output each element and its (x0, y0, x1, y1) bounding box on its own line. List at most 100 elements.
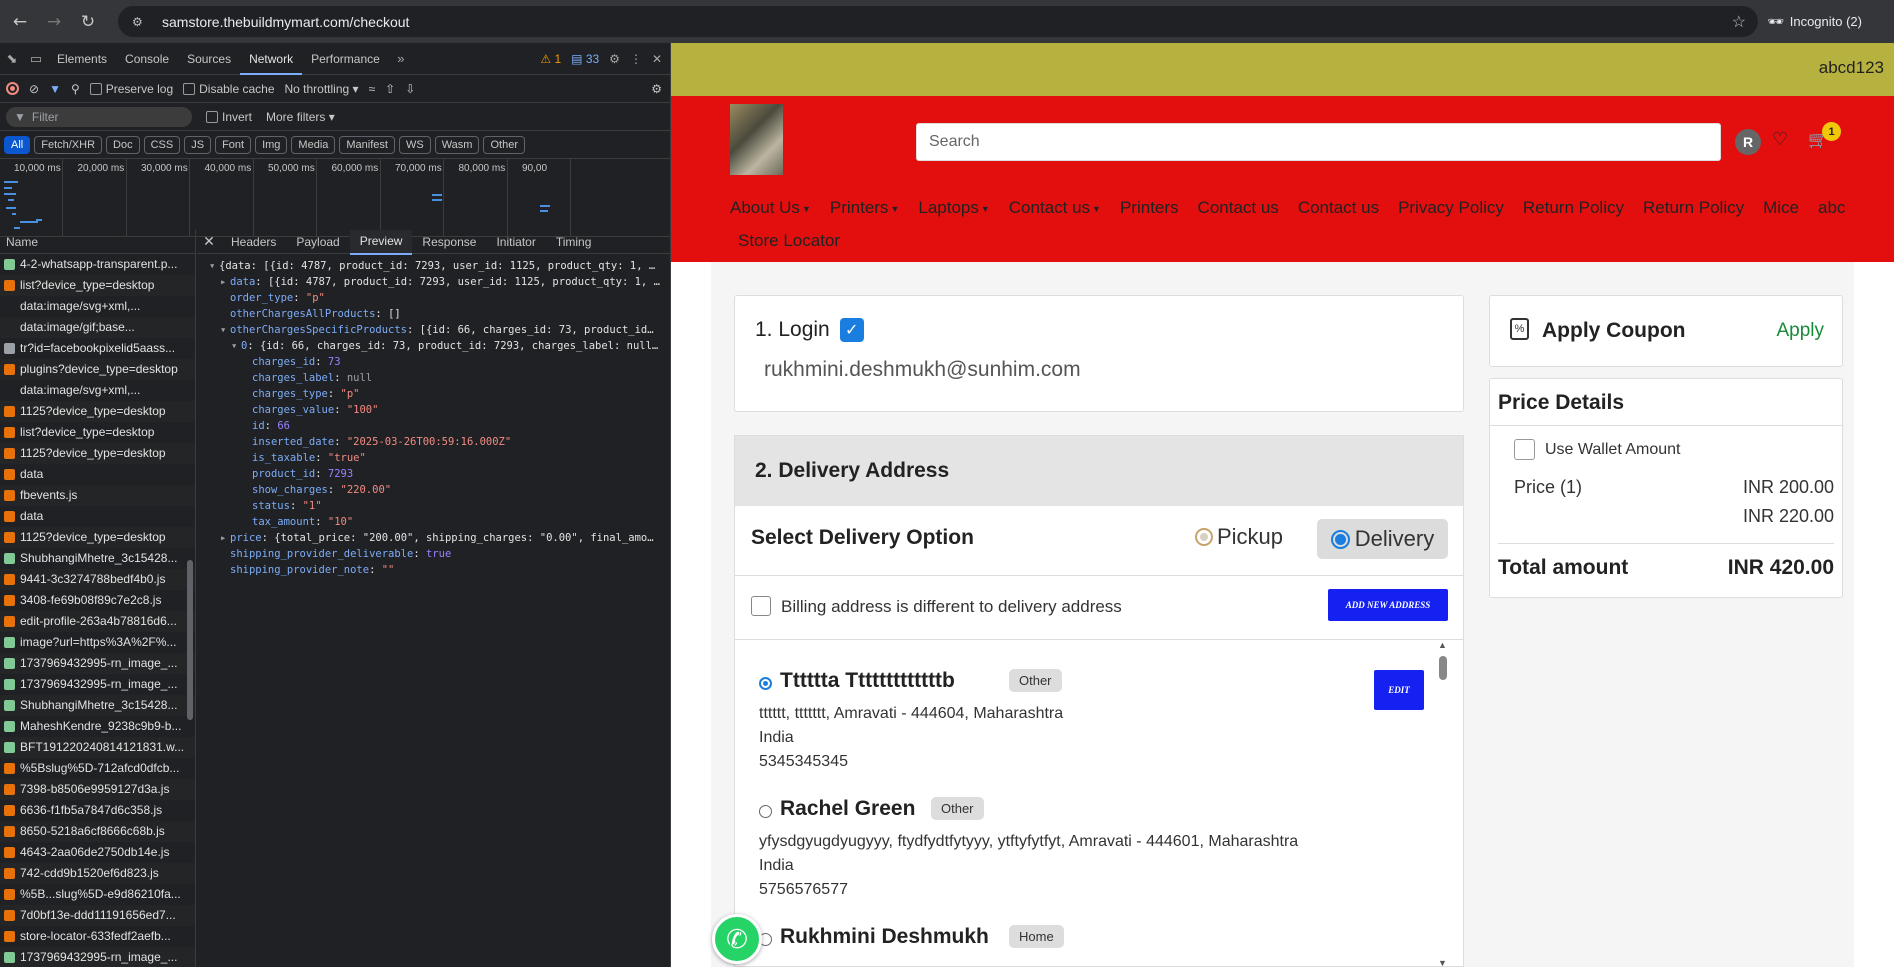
menu-item-store-locator[interactable]: Store Locator (738, 230, 840, 252)
tab-preview[interactable]: Preview (349, 230, 413, 255)
menu-item-printers[interactable]: Printers (1120, 197, 1179, 220)
wishlist-heart-icon[interactable]: ♡ (1772, 129, 1788, 150)
request-row[interactable]: 1737969432995-rn_image_... (0, 674, 195, 695)
request-row[interactable]: list?device_type=desktop (0, 275, 195, 296)
request-row[interactable]: 4643-2aa06de2750db14e.js (0, 842, 195, 863)
type-filter-chip[interactable]: Font (215, 135, 252, 154)
expand-triangle-closed-icon[interactable]: ▸ (220, 274, 230, 290)
edit-address-button[interactable]: EDIT (1374, 670, 1424, 710)
scroll-up-icon[interactable]: ▲ (1438, 640, 1447, 650)
pickup-radio[interactable] (1195, 528, 1213, 546)
tab-headers[interactable]: Headers (221, 230, 286, 254)
request-row[interactable]: 3408-fe69b08f89c7e2c8.js (0, 590, 195, 611)
request-row[interactable]: BFT191220240814121831.w... (0, 737, 195, 758)
menu-item-return-policy[interactable]: Return Policy (1523, 197, 1624, 220)
reload-icon[interactable]: ↻ (74, 8, 102, 36)
incognito-indicator[interactable]: 🕶 Incognito (2) (1757, 9, 1872, 34)
expand-triangle-open-icon[interactable]: ▾ (209, 258, 219, 274)
tab-sources[interactable]: Sources (178, 43, 240, 75)
type-filter-chip[interactable]: Wasm (434, 135, 480, 154)
address-radio[interactable] (759, 805, 772, 818)
menu-item-contact-us[interactable]: Contact us ▼ (1009, 197, 1101, 220)
menu-item-abc[interactable]: abc (1818, 197, 1845, 220)
request-row[interactable]: data (0, 506, 195, 527)
tab-timing[interactable]: Timing (546, 230, 602, 254)
request-row[interactable]: data:image/gif;base... (0, 317, 195, 338)
search-icon[interactable]: ⚲ (71, 82, 80, 96)
tab-network[interactable]: Network (240, 43, 303, 75)
site-info-icon[interactable]: ⚙ (132, 15, 152, 29)
clear-icon[interactable]: ⊘ (29, 82, 39, 96)
request-row[interactable]: image?url=https%3A%2F%... (0, 632, 195, 653)
kebab-menu-icon[interactable]: ⋮ (630, 52, 642, 66)
expand-triangle-closed-icon[interactable]: ▸ (220, 530, 230, 546)
message-count[interactable]: ▤ 33 (571, 52, 599, 66)
request-row[interactable]: store-locator-633fedf2aefb... (0, 926, 195, 947)
name-column-header[interactable]: Name (0, 230, 195, 254)
close-details-icon[interactable]: ✕ (197, 233, 221, 250)
json-line[interactable]: ▸ data: [{id: 4787, product_id: 7293, use… (197, 274, 670, 290)
more-tabs-icon[interactable]: » (389, 51, 413, 66)
export-har-icon[interactable]: ⇩ (405, 82, 415, 96)
json-line[interactable]: ▾ otherChargesSpecificProducts: [{id: 66,… (197, 322, 670, 338)
request-row[interactable]: 9441-3c3274788bedf4b0.js (0, 569, 195, 590)
request-list-scrollbar[interactable] (187, 560, 193, 720)
type-filter-chip[interactable]: All (4, 135, 31, 154)
use-wallet-row[interactable]: Use Wallet Amount (1514, 439, 1680, 460)
more-filters-button[interactable]: More filters ▾ (266, 110, 335, 124)
type-filter-chip[interactable]: WS (398, 135, 431, 154)
tab-elements[interactable]: Elements (48, 43, 116, 75)
billing-different-checkbox[interactable] (751, 596, 771, 616)
menu-item-return-policy[interactable]: Return Policy (1643, 197, 1744, 220)
type-filter-chip[interactable]: Other (483, 135, 525, 154)
json-line[interactable]: ▸ price: {total_price: "200.00", shipping… (197, 530, 670, 546)
close-devtools-icon[interactable]: ✕ (652, 52, 662, 66)
address-bar[interactable]: ⚙ samstore.thebuildmymart.com/checkout ☆ (118, 6, 1758, 37)
json-line[interactable]: ▾ {data: [{id: 4787, product_id: 7293, us… (197, 258, 670, 274)
request-row[interactable]: 1737969432995-rn_image_... (0, 947, 195, 967)
network-settings-icon[interactable]: ⚙ (651, 82, 662, 96)
request-row[interactable]: data:image/svg+xml,... (0, 296, 195, 317)
back-icon[interactable]: ← (6, 8, 34, 36)
expand-triangle-open-icon[interactable]: ▾ (220, 322, 230, 338)
request-row[interactable]: 1125?device_type=desktop (0, 401, 195, 422)
menu-item-contact-us[interactable]: Contact us (1198, 197, 1279, 220)
type-filter-chip[interactable]: Media (291, 135, 336, 154)
record-icon[interactable] (6, 82, 19, 95)
menu-item-mice[interactable]: Mice (1763, 197, 1799, 220)
bookmark-star-icon[interactable]: ☆ (1732, 12, 1746, 32)
request-row[interactable]: %5B...slug%5D-e9d86210fa... (0, 884, 195, 905)
add-new-address-button[interactable]: ADD NEW ADDRESS (1328, 589, 1448, 621)
scroll-down-icon[interactable]: ▼ (1438, 958, 1447, 967)
throttling-select[interactable]: No throttling ▾ (285, 82, 359, 96)
filter-input[interactable]: ▼ Filter (6, 106, 192, 127)
delivery-option[interactable]: Delivery (1317, 519, 1448, 559)
menu-item-about-us[interactable]: About Us ▼ (730, 197, 811, 220)
request-row[interactable]: 8650-5218a6cf8666c68b.js (0, 821, 195, 842)
import-har-icon[interactable]: ⇧ (385, 82, 395, 96)
expand-triangle-open-icon[interactable]: ▾ (231, 338, 241, 354)
preserve-log-toggle[interactable]: Preserve log (89, 82, 173, 96)
request-row[interactable]: edit-profile-263a4b78816d6... (0, 611, 195, 632)
search-input[interactable]: Search (916, 123, 1721, 161)
disable-cache-toggle[interactable]: Disable cache (183, 82, 275, 96)
whatsapp-chat-icon[interactable]: ✆ (712, 914, 762, 964)
username[interactable]: abcd123 (1819, 58, 1884, 78)
request-row[interactable]: 7d0bf13e-ddd11191656ed7... (0, 905, 195, 926)
network-overview-timeline[interactable]: 10,000 ms 20,000 ms 30,000 ms 40,000 ms 50,0… (0, 159, 670, 237)
use-wallet-checkbox[interactable] (1514, 439, 1535, 460)
request-row[interactable]: ShubhangiMhetre_3c15428... (0, 695, 195, 716)
inspect-element-icon[interactable]: ⬊ (0, 51, 24, 67)
preserve-log-checkbox[interactable] (89, 83, 102, 96)
network-conditions-icon[interactable]: ≈ (369, 82, 376, 96)
type-filter-chip[interactable]: Manifest (339, 135, 395, 154)
address-card[interactable]: Rukhmini Deshmukh Home (759, 925, 1439, 965)
address-card[interactable]: Rachel Green Other yfysdgyugdyugyyy, fty… (759, 797, 1439, 907)
tab-payload[interactable]: Payload (286, 230, 349, 254)
address-radio[interactable] (759, 677, 772, 690)
type-filter-chip[interactable]: Img (255, 135, 288, 154)
request-row[interactable]: %5Bslug%5D-712afcd0dfcb... (0, 758, 195, 779)
menu-item-printers[interactable]: Printers ▼ (830, 197, 900, 220)
pickup-option[interactable]: Pickup (1195, 524, 1283, 550)
request-row[interactable]: 6636-f1fb5a7847d6c358.js (0, 800, 195, 821)
